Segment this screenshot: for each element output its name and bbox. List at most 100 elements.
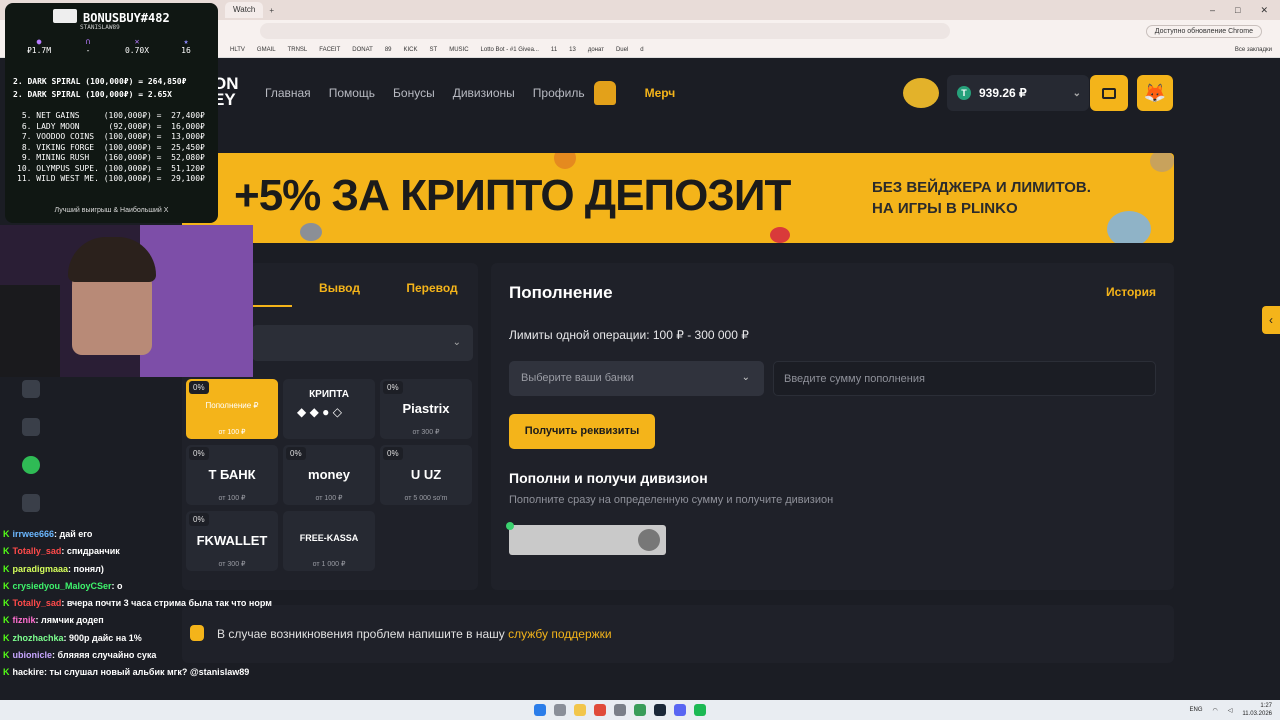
fee-badge: 0% [383, 447, 403, 460]
windows-taskbar: ENG ◠ ◁ 1:27 11.03.2026 [0, 700, 1280, 720]
chat-message: Kparadigmaaa: понял) [3, 563, 104, 574]
overlay-stat: ∩ - [64, 37, 112, 55]
nav-help[interactable]: Помощь [329, 86, 375, 100]
wifi-icon[interactable]: ◠ [1213, 707, 1218, 714]
start-icon[interactable] [534, 704, 546, 716]
wallet-button[interactable] [1090, 75, 1128, 111]
bookmark[interactable]: ST [430, 47, 438, 53]
maximize-icon[interactable]: □ [1235, 5, 1240, 16]
spotify-icon[interactable] [694, 704, 706, 716]
nav-merch[interactable]: Мерч [645, 86, 676, 100]
chat-message: Khackire: ты слушал новый альбик мгк? @s… [3, 667, 250, 678]
bookmark[interactable]: 13 [569, 47, 576, 53]
close-icon[interactable]: ✕ [1260, 5, 1268, 16]
division-subtitle: Пополните сразу на определенную сумму и … [509, 494, 834, 506]
chat-user: ubionicle [12, 650, 53, 661]
method-freekassa[interactable]: FREE-KASSA от 1 000 ₽ [283, 511, 375, 571]
kick-icon: K [3, 667, 10, 678]
chat-message: Kzhozhachka: 900р дайс на 1% [3, 632, 142, 643]
browser-tab[interactable]: Watch [225, 2, 264, 18]
address-bar[interactable] [260, 23, 950, 39]
language-indicator[interactable]: ENG [1190, 707, 1203, 713]
tab-transfer[interactable]: Перевод [387, 263, 477, 307]
bookmark[interactable]: донат [588, 47, 604, 53]
method-piastrix[interactable]: 0% Piastrix от 300 ₽ [380, 379, 472, 439]
get-details-button[interactable]: Получить реквизиты [509, 414, 655, 449]
banner-subtext-line: НА ИГРЫ В PLINKO [872, 200, 1018, 217]
bookmark[interactable]: GMAIL [257, 47, 276, 53]
chat-user: Totally_sad [12, 598, 62, 609]
kick-icon: K [3, 650, 10, 661]
fee-badge: 0% [189, 381, 209, 394]
volume-icon[interactable]: ◁ [1228, 707, 1233, 714]
kick-icon: K [3, 546, 10, 557]
chevron-down-icon: ⌄ [741, 372, 750, 383]
amount-input[interactable]: Введите сумму пополнения [773, 361, 1156, 396]
bookmark[interactable]: 89 [385, 47, 392, 53]
bookmark[interactable]: d [640, 47, 643, 53]
side-panel-toggle[interactable]: ‹ [1262, 306, 1280, 334]
fee-badge: 0% [189, 447, 209, 460]
bookmark[interactable]: HLTV [230, 47, 245, 53]
method-label: U UZ [410, 467, 442, 482]
method-tbank[interactable]: 0% Т БАНК от 100 ₽ [186, 445, 278, 505]
system-tray: ENG ◠ ◁ 1:27 11.03.2026 [1190, 702, 1272, 718]
chat-user: irrwee666 [12, 529, 55, 539]
division-title: Пополни и получи дивизион [509, 470, 708, 486]
discord-icon[interactable] [674, 704, 686, 716]
bank-select-placeholder: Выберите ваши банки [521, 372, 634, 384]
method-uzcard[interactable]: 0% U UZ от 5 000 so'm [380, 445, 472, 505]
chevron-down-icon: ⌄ [1072, 87, 1081, 99]
all-bookmarks[interactable]: Все закладки [1235, 47, 1272, 53]
chrome-icon[interactable] [594, 704, 606, 716]
new-tab-icon[interactable]: + [269, 6, 274, 15]
bookmark[interactable]: MUSIC [449, 47, 468, 53]
headset-icon[interactable] [22, 456, 40, 474]
method-rub[interactable]: 0% Пополнение ₽ от 100 ₽ [186, 379, 278, 439]
app-icon[interactable] [634, 704, 646, 716]
bookmark[interactable]: Duel [616, 47, 628, 53]
avatar[interactable]: 🦊 [1137, 75, 1173, 111]
balance-selector[interactable]: T 939.26 ₽ ⌄ [947, 75, 1089, 111]
bookmark[interactable]: KICK [404, 47, 418, 53]
clock[interactable]: 1:27 11.03.2026 [1242, 702, 1272, 718]
method-label: КРИПТА [309, 389, 349, 400]
chat-text: 900р дайс на 1% [69, 632, 142, 643]
promo-banner[interactable]: +5% ЗА КРИПТО ДЕПОЗИТ БЕЗ ВЕЙДЖЕРА И ЛИМ… [182, 153, 1174, 243]
support-link[interactable]: службу поддержки [508, 627, 611, 641]
bookmark[interactable]: Lotto Bot - #1 Givea... [481, 47, 539, 53]
chrome-update-button[interactable]: Доступно обновление Chrome [1145, 24, 1262, 38]
bookmark[interactable]: DONAT [352, 47, 373, 53]
banner-headline: +5% ЗА КРИПТО ДЕПОЗИТ [234, 171, 791, 220]
bookmark[interactable]: FACEIT [319, 47, 340, 53]
method-min: от 100 ₽ [218, 495, 246, 502]
tab-withdraw[interactable]: Вывод [292, 263, 387, 307]
app-icon[interactable] [614, 704, 626, 716]
coin-icon [1150, 153, 1174, 172]
telegram-icon[interactable] [22, 494, 40, 512]
currency-select[interactable]: ⌄ [252, 325, 473, 361]
minimize-icon[interactable]: – [1210, 5, 1215, 16]
dice-icon[interactable] [22, 380, 40, 398]
bag-icon[interactable] [22, 418, 40, 436]
nav-home[interactable]: Главная [265, 86, 311, 100]
bookmark[interactable]: 11 [551, 47, 557, 53]
history-link[interactable]: История [1106, 285, 1156, 299]
search-icon[interactable] [554, 704, 566, 716]
bookmark[interactable]: TRNSL [288, 47, 308, 53]
headphones-icon: ∩ [85, 37, 91, 46]
overlay-footer: Лучший выигрыш & Наибольший X [54, 207, 169, 214]
method-crypto[interactable]: КРИПТА ◆ ◆ ● ◇ [283, 379, 375, 439]
steam-icon[interactable] [654, 704, 666, 716]
tron-coin-icon [770, 227, 790, 243]
nav-profile[interactable]: Профиль [533, 86, 585, 100]
explorer-icon[interactable] [574, 704, 586, 716]
car-icon[interactable] [903, 78, 939, 108]
bank-select[interactable]: Выберите ваши банки ⌄ [509, 361, 764, 396]
bitcoin-coin-icon [554, 153, 576, 169]
nav-divisions[interactable]: Дивизионы [453, 86, 515, 100]
chat-user: Totally_sad [12, 546, 62, 557]
method-yoomoney[interactable]: 0% money от 100 ₽ [283, 445, 375, 505]
method-label: money [308, 467, 350, 482]
nav-bonuses[interactable]: Бонусы [393, 86, 435, 100]
